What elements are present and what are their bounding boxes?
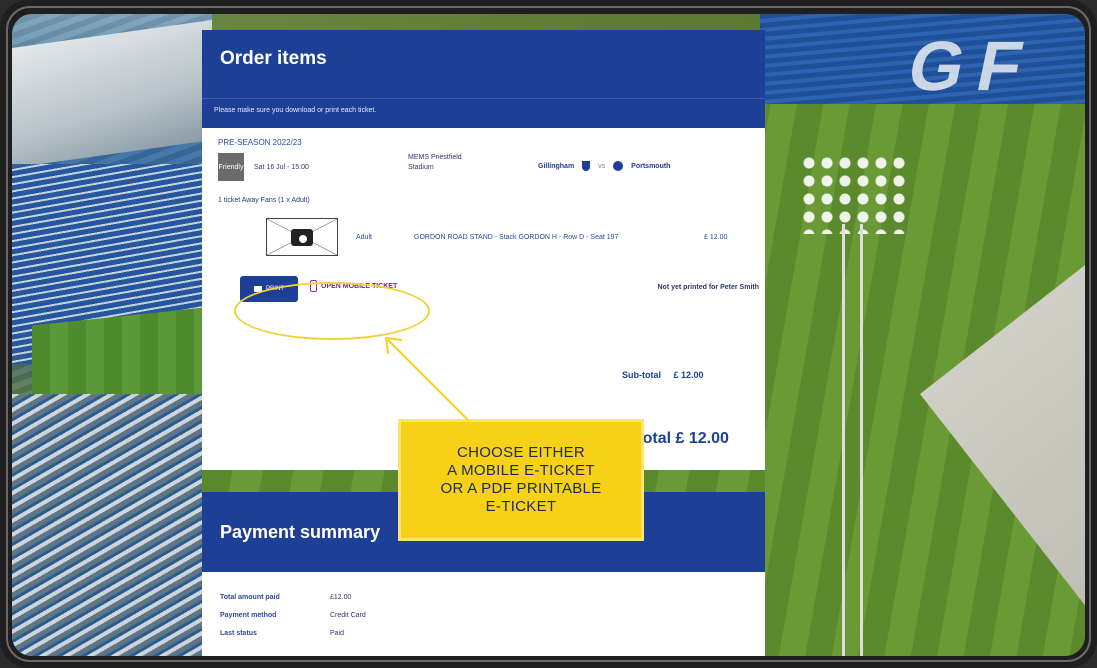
download-note: Please make sure you download or print e… — [202, 98, 765, 128]
callout-line: E-TICKET — [485, 498, 557, 515]
vs-label: vs — [598, 162, 606, 170]
order-title: Order items — [220, 48, 327, 69]
callout-line: OR A PDF PRINTABLE — [440, 480, 602, 497]
floodlight-pylon — [860, 224, 863, 656]
order-panel: Order items Please make sure you downloa… — [202, 30, 765, 656]
match-datetime: Sat 16 Jul - 15:00 — [254, 163, 309, 171]
season-label: PRE-SEASON 2022/23 — [218, 138, 302, 147]
device-frame: GF Order items Please make sure you down… — [0, 0, 1097, 668]
print-status: Not yet printed for Peter Smith — [657, 284, 759, 291]
subtotal-label: Sub-total — [622, 370, 661, 380]
gillingham-crest-icon — [582, 161, 591, 171]
ticket-price: £ 12.00 — [704, 234, 728, 241]
subtotal: Sub-total £ 12.00 — [622, 370, 704, 380]
payment-row-label: Total amount paid — [220, 594, 280, 601]
ticket-type: Adult — [356, 234, 372, 241]
stand-roof — [12, 19, 212, 169]
payment-row-label: Last status — [220, 630, 257, 637]
camera-icon — [291, 229, 313, 246]
stadium-background-left — [12, 14, 252, 656]
highlight-ring — [234, 282, 430, 340]
screen: GF Order items Please make sure you down… — [12, 14, 1085, 656]
stadium-background-right: GF — [760, 14, 1085, 656]
payment-row-label: Payment method — [220, 612, 277, 619]
match-row: Friendly Sat 16 Jul - 15:00 MEMS Priestf… — [218, 153, 749, 181]
total: Total £ 12.00 — [634, 430, 729, 448]
floodlight-icon — [800, 154, 910, 234]
ticket-summary: 1 ticket Away Fans (1 x Adult) — [218, 197, 310, 204]
portsmouth-crest-icon — [613, 161, 624, 171]
photo-placeholder[interactable] — [266, 218, 338, 256]
total-value: £ 12.00 — [675, 430, 729, 447]
floodlight-pylon — [842, 224, 845, 656]
match-teams: Gillingham vs Portsmouth — [538, 161, 670, 171]
payment-row-value: Paid — [330, 630, 345, 637]
ticket-row: Adult GORDON ROAD STAND - Stack GORDON H… — [218, 218, 749, 270]
payment-row-value: £12.00 — [330, 594, 352, 601]
home-team: Gillingham — [538, 162, 575, 170]
match-venue: MEMS Priestfield Stadium — [408, 154, 462, 171]
payment-body: Total amount paid £12.00 Payment method … — [202, 572, 765, 656]
stand-seats-lower — [12, 394, 212, 656]
payment-row: Last status Paid — [220, 630, 747, 648]
order-header: Order items — [202, 30, 765, 98]
callout-line: A MOBILE E-TICKET — [447, 462, 595, 479]
payment-row: Total amount paid £12.00 — [220, 594, 747, 612]
instruction-callout: CHOOSE EITHER A MOBILE E-TICKET OR A PDF… — [398, 419, 644, 541]
subtotal-value: £ 12.00 — [673, 370, 704, 380]
stadium-letters: GF — [901, 27, 1044, 105]
payment-row: Payment method Credit Card — [220, 612, 747, 630]
payment-row-value: Credit Card — [330, 612, 366, 619]
match-type-badge: Friendly — [218, 153, 244, 181]
seat-details: GORDON ROAD STAND - Stack GORDON H - Row… — [414, 234, 619, 241]
callout-line: CHOOSE EITHER — [456, 444, 586, 461]
running-track — [920, 147, 1085, 656]
away-team: Portsmouth — [631, 162, 671, 170]
